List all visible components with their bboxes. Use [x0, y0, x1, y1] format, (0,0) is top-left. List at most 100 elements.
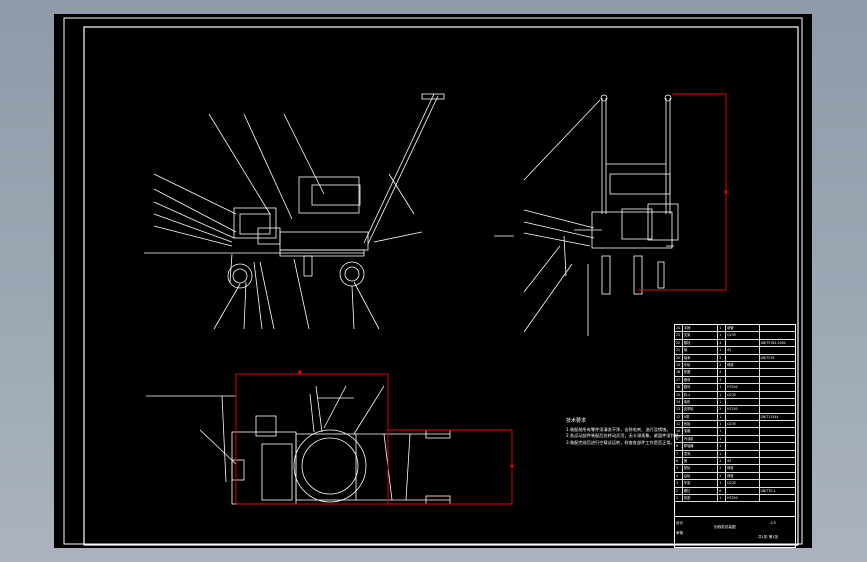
bom-cell	[760, 332, 795, 338]
bom-cell: 橡胶	[726, 465, 760, 472]
bom-cell: 12	[675, 413, 683, 421]
red-marker	[298, 370, 302, 374]
bom-cell: 11	[675, 421, 683, 428]
bom-cell: 4	[718, 376, 727, 384]
bom-cell: 2	[675, 487, 683, 494]
bom-cell: 车架	[683, 480, 719, 487]
bom-row: 5 前轮 2 橡胶	[675, 465, 795, 473]
bom-cell	[726, 376, 760, 384]
bom-cell: Q235	[726, 480, 760, 487]
bom-cell: 螺母	[683, 376, 719, 384]
bom-cell	[726, 487, 760, 494]
bom-cell: 1	[718, 347, 727, 354]
bom-row: 19 车轮 2 橡胶	[675, 361, 795, 370]
top-view-red-frame-left	[235, 373, 389, 505]
bom-cell: 1	[718, 450, 727, 458]
bom-cell	[726, 354, 760, 361]
bom-cell	[726, 428, 760, 435]
title-block: 设计 审核 划线机总装图 1:5 共1张 第1张	[674, 516, 796, 549]
bom-cell: 2	[718, 354, 727, 361]
drawing-canvas: 技术要求 1.装配前所有零件须清洗干净，去除毛刺、油污及锈蚀。 2.各运动部件装…	[54, 14, 812, 548]
bill-of-materials: 24 手柄 1 钢管 23 支架 1 Q235 22 螺栓 4 GB/T5782-2000 21 轴 1 45…	[674, 324, 796, 548]
bom-row: 9 汽油机 1	[675, 435, 795, 444]
bom-cell	[760, 362, 795, 368]
bom-cell	[726, 435, 760, 443]
bom-cell: 19	[675, 361, 683, 369]
bom-cell: 轴	[683, 347, 719, 354]
bom-cell	[726, 443, 760, 450]
title-block-scale: 1:5	[770, 521, 776, 525]
title-block-checked: 审核	[676, 531, 684, 535]
bom-cell: 螺栓	[683, 339, 719, 347]
bom-cell: 2	[718, 458, 727, 465]
bom-row: 3 车架 1 Q235	[675, 480, 795, 488]
bom-row: 24 手柄 1 钢管	[675, 325, 795, 333]
bom-cell	[760, 384, 795, 390]
red-marker	[510, 464, 514, 468]
bom-cell: 5	[675, 465, 683, 472]
bom-row: 14 电机 1	[675, 398, 795, 407]
bom-cell: 6	[718, 487, 727, 494]
bom-row: 13 皮带轮 2 HT150	[675, 406, 795, 414]
bom-row: 7 罩壳 1	[675, 450, 795, 459]
bom-cell: 1	[718, 428, 727, 435]
bom-cell: 箱体	[683, 384, 719, 391]
bom-cell: 1	[718, 435, 727, 443]
bom-cell: GB/T5782-2000	[760, 340, 786, 345]
bom-row: 4 后轮 2 橡胶	[675, 472, 795, 481]
bom-cell: 22	[675, 339, 683, 347]
bom-cell	[760, 473, 795, 479]
bom-row: 15 料斗 1 Q235	[675, 391, 795, 399]
bom-cell: HT150	[726, 406, 760, 413]
bom-row: 16 箱体 1 HT200	[675, 384, 795, 392]
bom-cell: 6	[675, 458, 683, 465]
bom-cell: 油箱	[683, 428, 719, 435]
bom-cell: 7	[675, 450, 683, 458]
bom-row: 2 螺钉 6 GB/T70.1	[675, 487, 795, 495]
bom-cell: 机座	[683, 494, 719, 502]
bom-row: 23 支架 1 Q235	[675, 332, 795, 340]
bom-cell	[726, 450, 760, 458]
bom-row: 6 销 2 45	[675, 458, 795, 466]
bom-cell: GB/T11544	[760, 414, 779, 419]
bom-cell: 4	[675, 472, 683, 480]
bom-cell: 1	[675, 494, 683, 502]
bom-cell: Q235	[726, 391, 760, 398]
title-block-sheet: 共1张 第1张	[758, 535, 779, 539]
bom-cell: 1	[718, 413, 727, 421]
bom-cell: 联轴器	[683, 443, 719, 450]
bom-cell: 1	[718, 480, 727, 487]
bom-cell	[760, 458, 795, 464]
bom-cell	[760, 480, 795, 486]
bom-cell: 2	[718, 361, 727, 369]
bom-cell: 45	[726, 458, 760, 465]
bom-cell	[726, 369, 760, 376]
bom-cell: 2	[718, 406, 727, 413]
bom-cell: 1	[718, 443, 727, 450]
bom-row: 20 轴承 2 GB/T276	[675, 354, 795, 362]
bom-cell	[726, 398, 760, 406]
bom-cell: V带	[683, 413, 719, 421]
bom-cell	[760, 399, 795, 405]
bom-cell: 1	[718, 332, 727, 339]
bom-cell: 1	[718, 421, 727, 428]
bom-cell	[760, 325, 795, 331]
bom-cell: 车轮	[683, 361, 719, 369]
red-marker	[724, 190, 728, 194]
bom-cell: 手柄	[683, 325, 719, 332]
bom-cell	[760, 369, 795, 375]
bom-row: 10 油箱 1	[675, 428, 795, 436]
bom-cell: 罩壳	[683, 450, 719, 458]
bom-cell: 20	[675, 354, 683, 361]
bom-cell: Q235	[726, 332, 760, 339]
bom-cell: 垫圈	[683, 369, 719, 376]
bom-cell: 2	[718, 472, 727, 480]
bom-cell: 1	[718, 325, 727, 332]
bom-cell: 汽油机	[683, 435, 719, 443]
bom-cell: 15	[675, 391, 683, 398]
bom-cell	[760, 436, 795, 442]
bom-cell: 后轮	[683, 472, 719, 480]
bom-cell: GB/T276	[760, 355, 775, 360]
bom-row: 22 螺栓 4 GB/T5782-2000	[675, 339, 795, 348]
bom-cell	[760, 428, 795, 434]
